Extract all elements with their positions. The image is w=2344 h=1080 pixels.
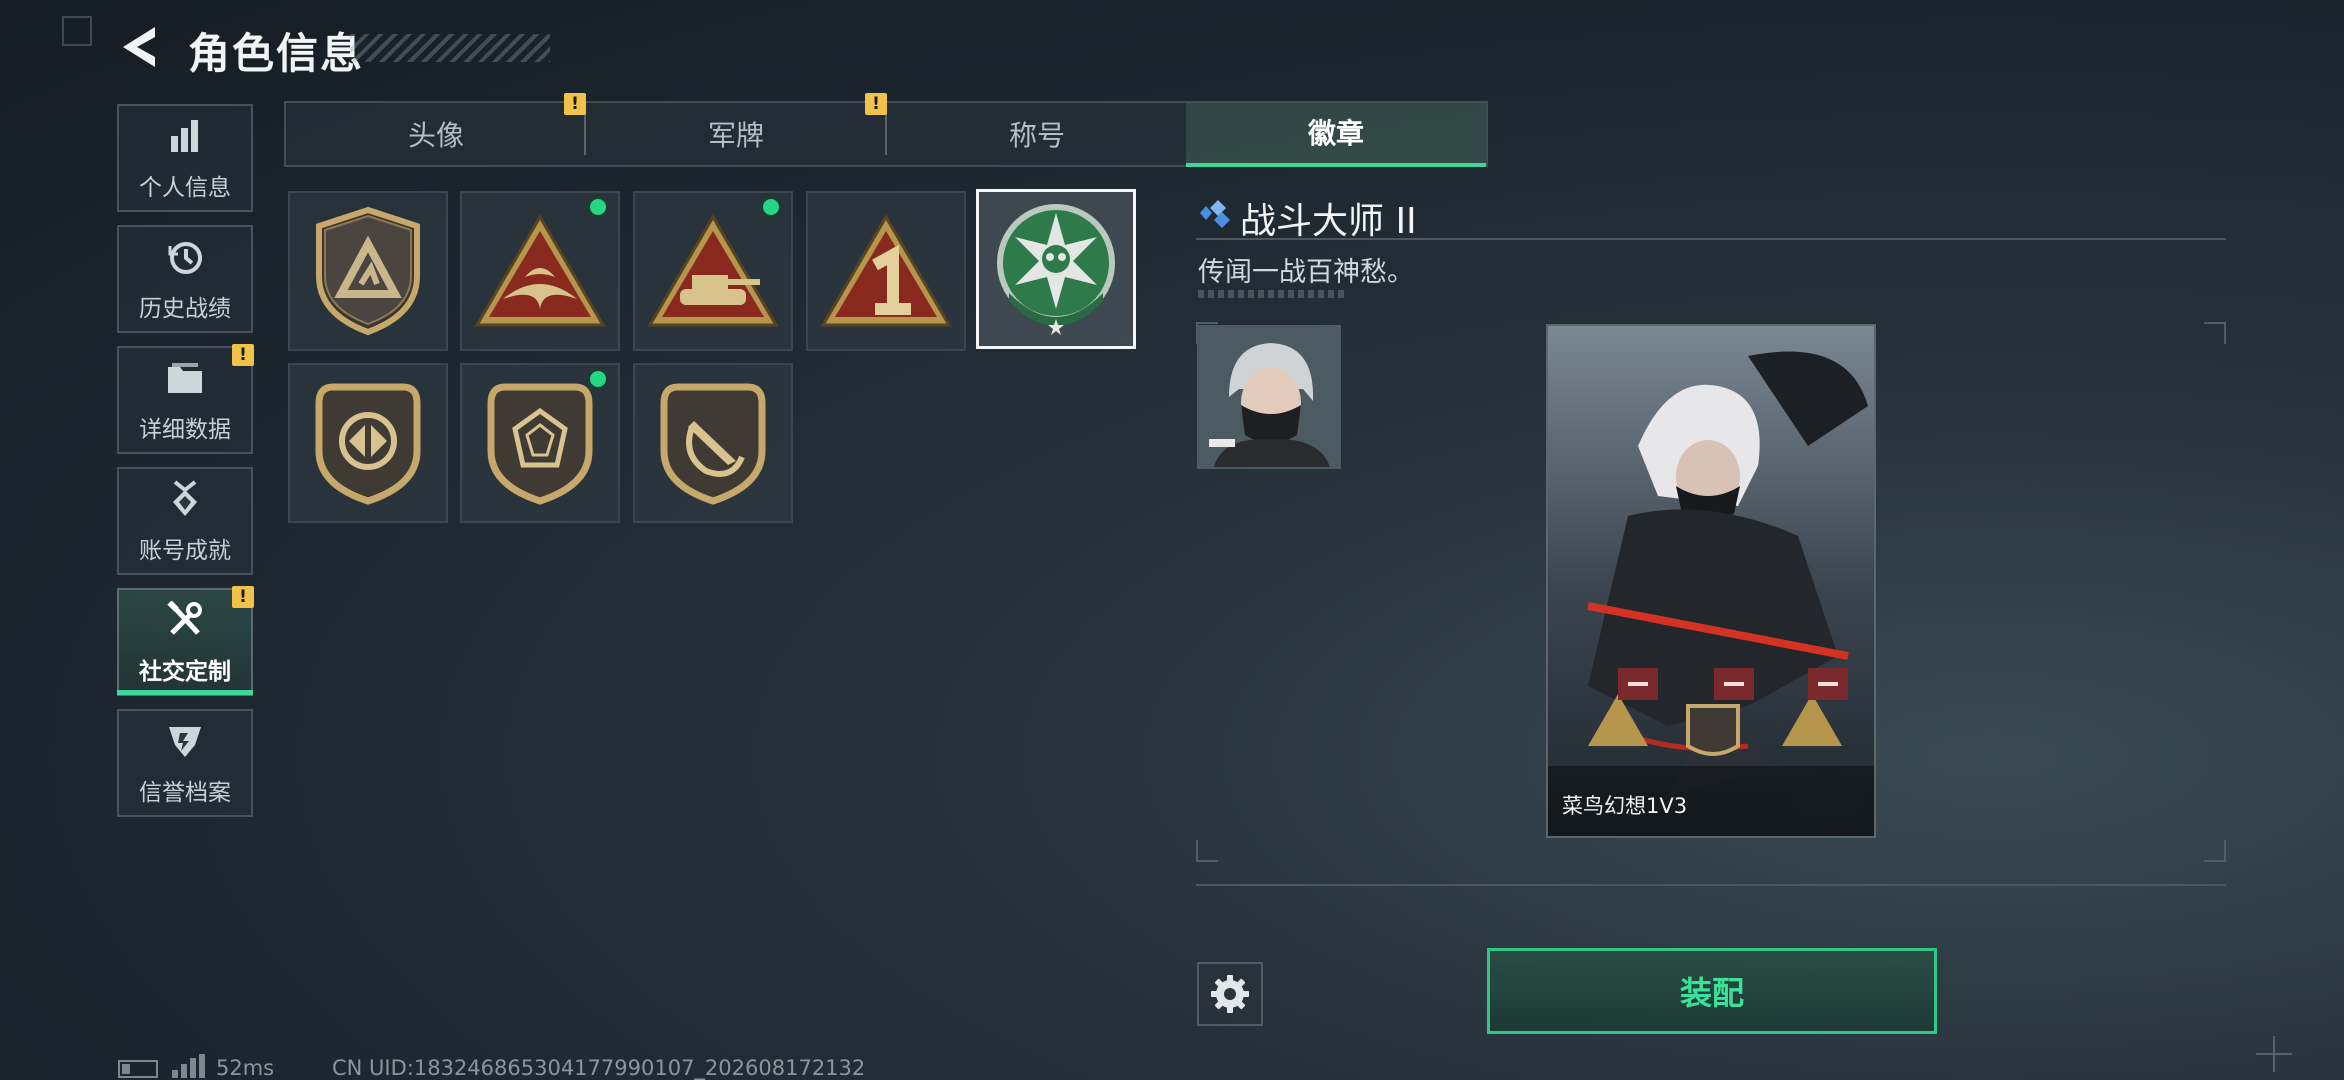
sidebar-item-personal-info[interactable]: 个人信息 — [117, 104, 253, 212]
gem-shield-icon — [487, 383, 593, 505]
number-one-triangle-icon — [820, 214, 952, 327]
divider — [1196, 884, 2226, 886]
badge-title: 战斗大师 II — [1240, 201, 1417, 242]
sidebar-item-history[interactable]: 历史战绩 — [117, 225, 253, 333]
achievement-medal-icon — [163, 477, 207, 521]
warning-badge: ! — [865, 93, 887, 115]
credit-shield-icon — [163, 719, 207, 763]
battery-icon — [118, 1060, 158, 1078]
sidebar-item-label: 历史战绩 — [139, 296, 231, 322]
sidebar-item-label: 账号成就 — [139, 538, 231, 564]
arrows-shield-icon — [315, 383, 421, 505]
frame-corner — [2204, 322, 2226, 344]
tools-icon — [163, 598, 207, 642]
badge-arrows-shield[interactable] — [288, 363, 448, 523]
tank-triangle-icon — [647, 214, 779, 327]
back-arrow-icon — [123, 27, 155, 67]
warning-badge: ! — [232, 344, 254, 366]
tab-dog-tag[interactable]: 军牌 — [586, 101, 886, 167]
tab-badge[interactable]: 徽章 — [1186, 101, 1486, 167]
mountain-shield-icon — [316, 206, 420, 336]
sidebar-item-label: 个人信息 — [139, 175, 231, 201]
badge-number-one-triangle[interactable] — [806, 191, 966, 351]
gear-icon — [1211, 975, 1249, 1013]
frame-corner — [1196, 840, 1218, 862]
corner-frame — [62, 16, 92, 46]
new-indicator-dot — [587, 196, 609, 218]
avatar — [1197, 325, 1341, 469]
folder-icon — [163, 356, 207, 400]
green-star-skull-icon — [997, 204, 1115, 335]
badge-knife-shield[interactable] — [633, 363, 793, 523]
warning-badge: ! — [564, 93, 586, 115]
bar-chart-icon — [163, 114, 207, 158]
sidebar-item-label: 详细数据 — [139, 417, 231, 443]
rank-diamonds-icon — [1200, 200, 1230, 228]
card-caption: 菜鸟幻想1V3 — [1562, 794, 1688, 818]
plus-decoration-icon — [2256, 1036, 2292, 1072]
history-clock-icon — [163, 235, 207, 279]
character-card[interactable] — [1546, 324, 1876, 838]
frame-corner — [2204, 840, 2226, 862]
equip-button[interactable]: 装配 — [1487, 948, 1937, 1034]
page-title: 角色信息 — [188, 29, 365, 78]
title-decoration — [350, 34, 550, 62]
remove-badge-button[interactable] — [1808, 668, 1848, 700]
sidebar-item-achievements[interactable]: 账号成就 — [117, 467, 253, 575]
tab-title[interactable]: 称号 — [887, 101, 1187, 167]
ping-text: 52ms — [216, 1056, 275, 1080]
remove-badge-button[interactable] — [1618, 668, 1658, 700]
sidebar-item-label: 信誉档案 — [139, 780, 231, 806]
uid-text: CN UID:1832468653041779901​07_2026081721… — [332, 1056, 866, 1080]
card-circle-decoration — [1796, 770, 1858, 832]
knife-shield-icon — [660, 383, 766, 505]
new-indicator-dot — [587, 368, 609, 390]
active-indicator — [117, 690, 253, 695]
remove-badge-button[interactable] — [1714, 668, 1754, 700]
back-button[interactable] — [116, 24, 162, 70]
badge-description: 传闻一战百神愁。 — [1198, 257, 1414, 288]
divider — [1196, 238, 2226, 240]
badge-mountain-shield[interactable] — [288, 191, 448, 351]
warning-badge: ! — [232, 586, 254, 608]
new-indicator-dot — [760, 196, 782, 218]
tab-avatar[interactable]: 头像 — [286, 101, 586, 167]
badge-green-star-skull[interactable] — [976, 189, 1136, 349]
faded-text-decoration — [1198, 290, 1348, 298]
sidebar-item-label: 社交定制 — [139, 659, 231, 685]
signal-icon — [172, 1054, 206, 1078]
settings-button[interactable] — [1197, 962, 1263, 1026]
bird-triangle-icon — [474, 214, 606, 327]
sidebar-item-credit-record[interactable]: 信誉档案 — [117, 709, 253, 817]
